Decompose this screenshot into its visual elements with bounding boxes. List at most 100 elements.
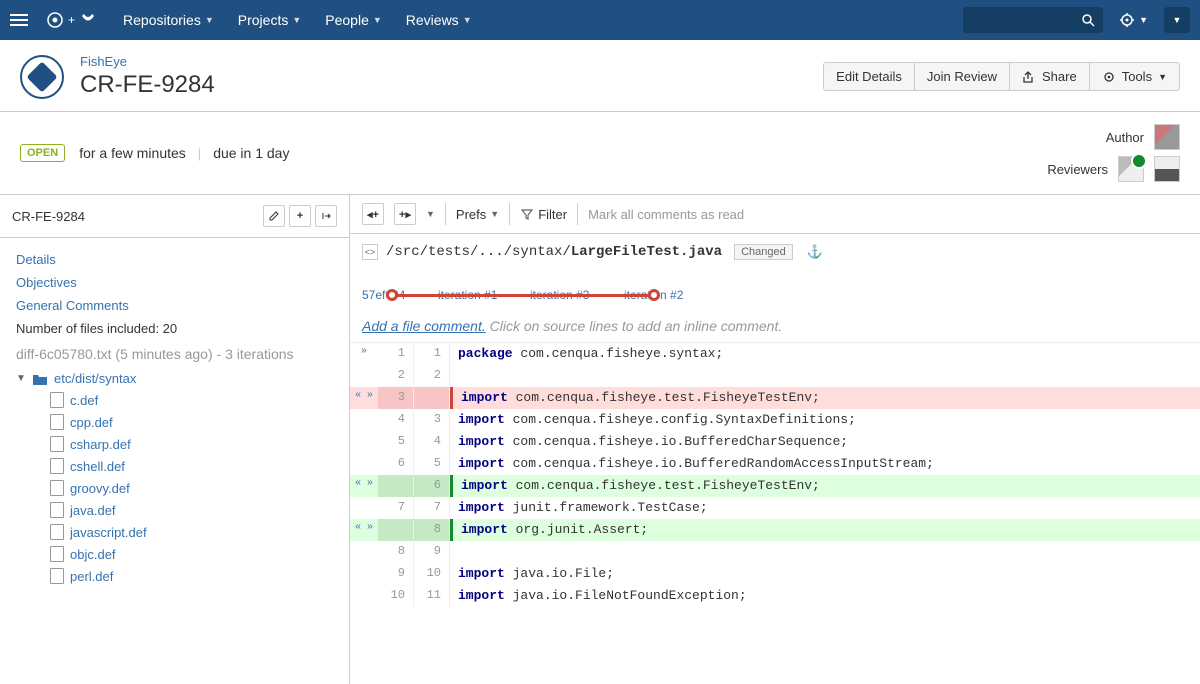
folder-name: etc/dist/syntax [54,371,136,386]
file-row[interactable]: cshell.def [50,455,333,477]
user-menu[interactable]: ▼ [1164,7,1190,33]
filter-button[interactable]: Filter [520,207,567,222]
file-row[interactable]: c.def [50,389,333,411]
file-row[interactable]: csharp.def [50,433,333,455]
file-icon [50,458,64,474]
line-number-new: 3 [414,409,450,431]
next-file-button[interactable]: +▸ [394,203,416,225]
iteration-handle[interactable] [648,289,660,301]
expand-icon[interactable] [350,365,378,387]
separator [577,203,578,225]
diff-line[interactable]: 65import com.cenqua.fisheye.io.BufferedR… [350,453,1200,475]
share-button[interactable]: Share [1009,62,1089,91]
diff-line[interactable]: 89 [350,541,1200,563]
line-number-old: 10 [378,585,414,607]
code-content: import com.cenqua.fisheye.test.FisheyeTe… [450,475,1200,497]
edit-details-button[interactable]: Edit Details [823,62,914,91]
diff-line[interactable]: 1011import java.io.FileNotFoundException… [350,585,1200,607]
author-label: Author [1106,130,1144,145]
add-icon-button[interactable]: + [289,205,311,227]
iteration-track[interactable]: 57ef004 iteration #1 iteration #3 iterat… [386,288,686,306]
line-number-new: 1 [414,343,450,365]
diff-line[interactable]: »11package com.cenqua.fisheye.syntax; [350,343,1200,365]
hint-text: Click on source lines to add an inline c… [490,318,783,334]
file-row[interactable]: java.def [50,499,333,521]
chevron-down-icon[interactable]: ▼ [426,209,435,219]
expand-icon[interactable]: « » [350,519,378,541]
avatar[interactable] [1154,156,1180,182]
sidebar-objectives-link[interactable]: Objectives [16,271,333,294]
diff-line[interactable]: 910import java.io.File; [350,563,1200,585]
file-row[interactable]: javascript.def [50,521,333,543]
edit-icon-button[interactable] [263,205,285,227]
app-logo[interactable]: + [46,11,97,29]
expand-icon[interactable] [350,453,378,475]
diff-meta: diff-6c05780.txt (5 minutes ago) - 3 ite… [16,340,333,366]
settings-button[interactable]: ▼ [1111,8,1156,32]
nav-people[interactable]: People▼ [315,6,392,34]
file-row[interactable]: objc.def [50,543,333,565]
code-content: import com.cenqua.fisheye.io.BufferedRan… [450,453,1200,475]
file-row[interactable]: perl.def [50,565,333,587]
file-row[interactable]: cpp.def [50,411,333,433]
line-number-new: 2 [414,365,450,387]
line-number-new: 7 [414,497,450,519]
sidebar-general-comments-link[interactable]: General Comments [16,294,333,317]
breadcrumb[interactable]: FishEye [80,54,215,69]
expand-icon[interactable] [350,497,378,519]
sidebar-details-link[interactable]: Details [16,248,333,271]
folder-row[interactable]: ▼ etc/dist/syntax [16,368,333,389]
sidebar: CR-FE-9284 + Details Objectives General … [0,195,350,684]
diff-line[interactable]: « »8import org.junit.Assert; [350,519,1200,541]
line-number-old: 5 [378,431,414,453]
search-input[interactable] [963,7,1103,33]
chevron-down-icon: ▼ [373,15,382,25]
prefs-button[interactable]: Prefs▼ [456,207,499,222]
line-number-old: 3 [378,387,414,409]
expand-icon[interactable]: « » [350,475,378,497]
diff-line[interactable]: 22 [350,365,1200,387]
expand-icon[interactable] [350,585,378,607]
expand-icon[interactable]: » [350,343,378,365]
avatar[interactable] [1118,156,1144,182]
diff-line[interactable]: « »6import com.cenqua.fisheye.test.Fishe… [350,475,1200,497]
diff-line[interactable]: 54import com.cenqua.fisheye.io.BufferedC… [350,431,1200,453]
expand-icon[interactable] [350,563,378,585]
menu-icon[interactable] [10,8,34,32]
comment-hint: Add a file comment. Click on source line… [350,312,1200,342]
file-row[interactable]: groovy.def [50,477,333,499]
iteration-handle[interactable] [386,289,398,301]
diff-line[interactable]: « »3import com.cenqua.fisheye.test.Fishe… [350,387,1200,409]
expand-icon[interactable] [350,541,378,563]
line-number-new: 11 [414,585,450,607]
file-path[interactable]: /src/tests/.../syntax/LargeFileTest.java [386,244,722,260]
chevron-down-icon: ▼ [292,15,301,25]
nav-projects[interactable]: Projects▼ [228,6,312,34]
line-number-new: 4 [414,431,450,453]
chevron-down-icon: ▼ [463,15,472,25]
chevron-down-icon[interactable]: ▼ [16,373,26,384]
expand-icon[interactable] [350,431,378,453]
status-badge: OPEN [20,144,65,162]
anchor-icon[interactable]: ⚓ [807,244,823,260]
expand-icon[interactable]: « » [350,387,378,409]
diff-line[interactable]: 43import com.cenqua.fisheye.config.Synta… [350,409,1200,431]
line-number-old: 7 [378,497,414,519]
nav-reviews[interactable]: Reviews▼ [396,6,482,34]
avatar[interactable] [1154,124,1180,150]
separator [445,203,446,225]
reviewers-row: Reviewers [1047,156,1180,182]
review-due: due in 1 day [213,145,289,161]
add-file-comment-link[interactable]: Add a file comment. [362,318,486,334]
line-number-old: 8 [378,541,414,563]
collapse-icon-button[interactable] [315,205,337,227]
join-review-button[interactable]: Join Review [914,62,1009,91]
expand-icon[interactable] [350,409,378,431]
chevron-down-icon: ▼ [1173,15,1182,25]
prev-file-button[interactable]: ◂+ [362,203,384,225]
file-icon [50,480,64,496]
tools-button[interactable]: Tools ▼ [1089,62,1180,91]
nav-repositories[interactable]: Repositories▼ [113,6,224,34]
mark-read-button[interactable]: Mark all comments as read [588,207,744,222]
diff-line[interactable]: 77import junit.framework.TestCase; [350,497,1200,519]
